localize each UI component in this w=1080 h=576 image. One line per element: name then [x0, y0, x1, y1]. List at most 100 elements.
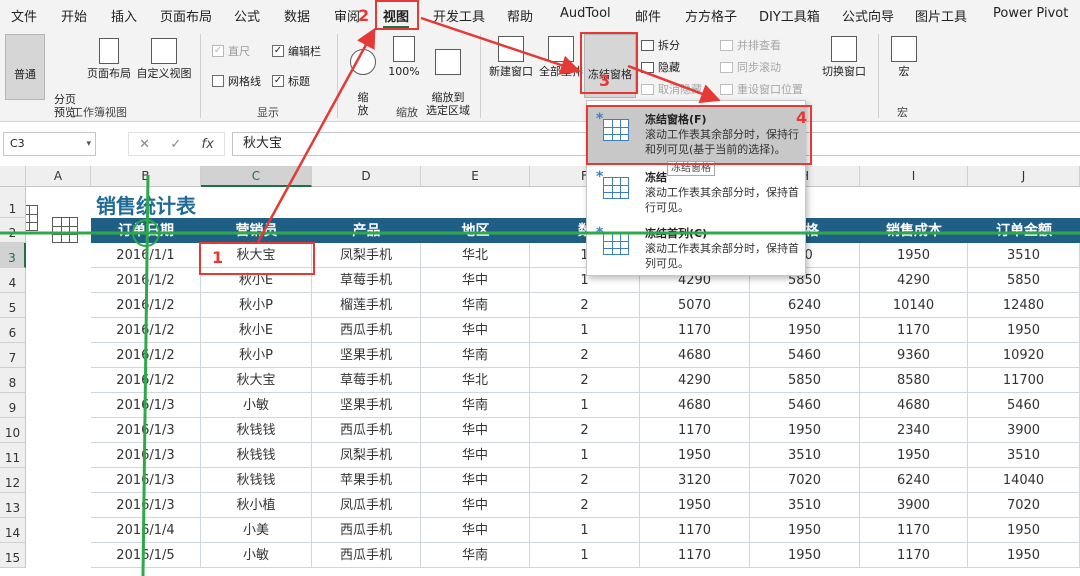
table-cell[interactable]: 2016/1/2 — [91, 268, 201, 293]
table-cell[interactable]: 坚果手机 — [312, 393, 421, 418]
table-cell[interactable]: 4680 — [640, 393, 750, 418]
table-cell[interactable]: 华南 — [421, 543, 530, 568]
tab-review[interactable]: 审阅 — [334, 6, 360, 25]
tab-power-pivot[interactable]: Power Pivot — [993, 6, 1068, 21]
table-cell[interactable]: 1 — [530, 543, 640, 568]
table-cell[interactable]: 3510 — [750, 493, 860, 518]
table-cell[interactable]: 1950 — [640, 443, 750, 468]
table-cell[interactable]: 草莓手机 — [312, 268, 421, 293]
table-cell[interactable]: 2016/1/2 — [91, 293, 201, 318]
table-cell[interactable]: 4290 — [640, 368, 750, 393]
table-cell[interactable]: 1 — [530, 518, 640, 543]
table-cell[interactable]: 2 — [530, 343, 640, 368]
table-cell[interactable]: 华南 — [421, 293, 530, 318]
tab-page-layout[interactable]: 页面布局 — [160, 6, 212, 25]
table-cell[interactable]: 2016/1/5 — [91, 543, 201, 568]
enter-icon[interactable]: ✓ — [170, 137, 181, 152]
table-cell[interactable]: 秋小P — [201, 343, 312, 368]
table-cell[interactable]: 7020 — [750, 468, 860, 493]
table-cell[interactable]: 苹果手机 — [312, 468, 421, 493]
split-button[interactable]: 拆分 — [641, 37, 680, 53]
table-cell[interactable]: 2016/1/2 — [91, 368, 201, 393]
formula-bar-checkbox[interactable]: ✓ 编辑栏 — [272, 43, 321, 59]
table-cell[interactable]: 2340 — [860, 418, 968, 443]
menu-item-freeze-first-column[interactable]: * 冻结首列(C) 滚动工作表其余部分时，保持首列可见。 — [587, 219, 805, 277]
row-header-5[interactable]: 5 — [0, 293, 26, 318]
table-cell[interactable]: 2016/1/3 — [91, 443, 201, 468]
table-cell[interactable]: 6240 — [860, 468, 968, 493]
headings-checkbox[interactable]: ✓ 标题 — [272, 73, 310, 89]
reset-window-position-button[interactable]: 重设窗口位置 — [720, 81, 803, 97]
table-cell[interactable]: 3510 — [750, 443, 860, 468]
table-cell[interactable]: 1950 — [968, 543, 1080, 568]
custom-view-button[interactable]: 自定义视图 — [135, 38, 193, 80]
macros-button[interactable]: 宏 — [886, 36, 922, 78]
zoom-to-selection-button[interactable]: 缩放到 选定区域 — [422, 36, 474, 117]
table-cell[interactable]: 华中 — [421, 518, 530, 543]
table-cell[interactable]: 1950 — [968, 518, 1080, 543]
row-header-8[interactable]: 8 — [0, 368, 26, 393]
table-cell[interactable]: 华中 — [421, 493, 530, 518]
table-cell[interactable]: 2016/1/4 — [91, 518, 201, 543]
table-cell[interactable]: 5070 — [640, 293, 750, 318]
row-header-11[interactable]: 11 — [0, 443, 26, 468]
table-cell[interactable]: 5850 — [968, 268, 1080, 293]
table-cell[interactable]: 4290 — [860, 268, 968, 293]
table-cell[interactable]: 1170 — [640, 418, 750, 443]
table-cell[interactable]: 1950 — [750, 543, 860, 568]
table-cell[interactable]: 1170 — [860, 543, 968, 568]
table-cell[interactable]: 1950 — [860, 243, 968, 268]
table-cell[interactable]: 5460 — [750, 343, 860, 368]
row-header-9[interactable]: 9 — [0, 393, 26, 418]
table-cell[interactable]: 1950 — [750, 418, 860, 443]
tab-formula-wizard[interactable]: 公式向导 — [842, 6, 894, 25]
table-cell[interactable]: 10140 — [860, 293, 968, 318]
view-side-by-side-button[interactable]: 并排查看 — [720, 37, 781, 53]
table-cell[interactable]: 2016/1/3 — [91, 468, 201, 493]
name-box[interactable]: C3 ▾ — [3, 132, 96, 156]
table-cell[interactable]: 2016/1/2 — [91, 343, 201, 368]
table-cell[interactable]: 2 — [530, 493, 640, 518]
tab-formulas[interactable]: 公式 — [234, 6, 260, 25]
row-header-6[interactable]: 6 — [0, 318, 26, 343]
table-cell[interactable]: 秋小P — [201, 293, 312, 318]
table-cell[interactable]: 14040 — [968, 468, 1080, 493]
table-cell[interactable]: 2 — [530, 293, 640, 318]
table-cell[interactable]: 华中 — [421, 268, 530, 293]
table-cell[interactable]: 秋钱钱 — [201, 418, 312, 443]
table-cell[interactable]: 小敏 — [201, 393, 312, 418]
table-cell[interactable]: 2 — [530, 368, 640, 393]
table-cell[interactable]: 7020 — [968, 493, 1080, 518]
tab-picture-tools[interactable]: 图片工具 — [915, 6, 967, 25]
row-header-2[interactable]: 2 — [0, 218, 26, 243]
table-cell[interactable]: 西瓜手机 — [312, 518, 421, 543]
table-cell[interactable]: 华南 — [421, 343, 530, 368]
zoom-100-button[interactable]: 100% — [386, 36, 422, 78]
tab-diy-toolbox[interactable]: DIY工具箱 — [759, 6, 820, 25]
row-header-14[interactable]: 14 — [0, 518, 26, 543]
table-cell[interactable]: 4680 — [860, 393, 968, 418]
table-cell[interactable]: 西瓜手机 — [312, 418, 421, 443]
tab-file[interactable]: 文件 — [11, 6, 37, 25]
table-cell[interactable]: 凤梨手机 — [312, 443, 421, 468]
table-cell[interactable]: 1950 — [968, 318, 1080, 343]
new-window-button[interactable]: 新建窗口 — [486, 36, 536, 78]
hide-button[interactable]: 隐藏 — [641, 59, 680, 75]
table-cell[interactable]: 3510 — [968, 443, 1080, 468]
row-header-7[interactable]: 7 — [0, 343, 26, 368]
table-cell[interactable]: 1170 — [860, 518, 968, 543]
table-cell[interactable]: 5460 — [750, 393, 860, 418]
table-cell[interactable]: 2016/1/3 — [91, 418, 201, 443]
column-header-a[interactable]: A — [26, 166, 91, 187]
column-header-i[interactable]: I — [860, 166, 968, 187]
page-layout-view-button[interactable]: 页面布局 — [85, 38, 133, 80]
zoom-button[interactable]: 缩 放 — [345, 36, 381, 117]
table-cell[interactable]: 华中 — [421, 318, 530, 343]
table-cell[interactable]: 华北 — [421, 368, 530, 393]
table-cell[interactable]: 5460 — [968, 393, 1080, 418]
table-cell[interactable]: 3510 — [968, 243, 1080, 268]
table-cell[interactable]: 西瓜手机 — [312, 543, 421, 568]
tab-insert[interactable]: 插入 — [111, 6, 137, 25]
table-cell[interactable]: 小美 — [201, 518, 312, 543]
tab-mail[interactable]: 邮件 — [635, 6, 661, 25]
